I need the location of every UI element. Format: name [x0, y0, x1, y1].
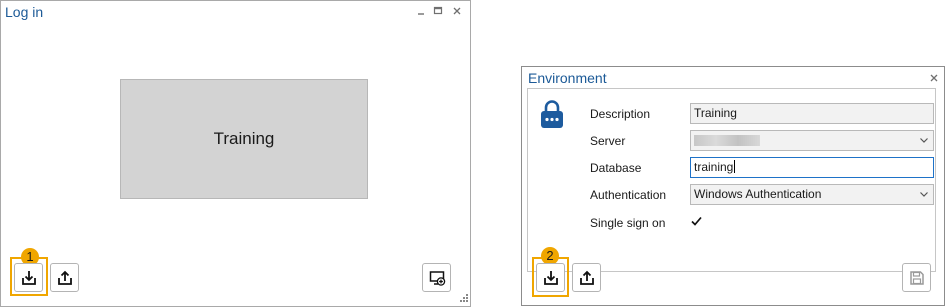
- close-icon[interactable]: [927, 71, 941, 85]
- environment-form: Description Training Server Database tra…: [527, 88, 936, 272]
- resize-grip-icon[interactable]: [457, 293, 469, 305]
- save-icon: [908, 269, 926, 287]
- add-environment-button[interactable]: [422, 263, 451, 292]
- minimize-icon[interactable]: [414, 4, 428, 18]
- authentication-label: Authentication: [590, 188, 667, 202]
- database-value: training: [694, 160, 734, 174]
- environment-tile-label: Training: [213, 129, 275, 148]
- database-label: Database: [590, 161, 642, 175]
- import-icon: [542, 269, 560, 287]
- login-window: Log in Training 1: [0, 0, 471, 307]
- text-caret: [734, 160, 736, 173]
- import-icon: [20, 269, 38, 287]
- save-button[interactable]: [902, 263, 931, 292]
- import-button[interactable]: [14, 263, 43, 292]
- single-sign-on-label: Single sign on: [590, 216, 666, 230]
- login-window-title: Log in: [5, 4, 44, 20]
- authentication-value: Windows Authentication: [694, 187, 822, 201]
- single-sign-on-checkbox[interactable]: [690, 215, 703, 228]
- server-value-redacted: [694, 135, 760, 146]
- export-icon: [56, 269, 74, 287]
- environment-dialog-title: Environment: [528, 70, 607, 86]
- server-dropdown[interactable]: [690, 130, 934, 151]
- authentication-dropdown[interactable]: Windows Authentication: [690, 184, 934, 205]
- description-label: Description: [590, 107, 651, 121]
- description-value: Training: [694, 106, 737, 120]
- environment-tile[interactable]: Training: [120, 79, 368, 199]
- export-button[interactable]: [50, 263, 79, 292]
- add-environment-icon: [428, 269, 446, 287]
- export-button[interactable]: [572, 263, 601, 292]
- description-field[interactable]: Training: [690, 103, 934, 124]
- environment-dialog: Environment Description Training Server …: [521, 66, 945, 306]
- maximize-icon[interactable]: [431, 4, 445, 18]
- database-field[interactable]: training: [690, 157, 934, 178]
- chevron-down-icon[interactable]: [919, 185, 929, 211]
- export-icon: [578, 269, 596, 287]
- import-button[interactable]: [536, 263, 565, 292]
- chevron-down-icon[interactable]: [919, 131, 929, 157]
- lock-icon: [540, 99, 564, 132]
- server-label: Server: [590, 134, 626, 148]
- close-icon[interactable]: [450, 4, 464, 18]
